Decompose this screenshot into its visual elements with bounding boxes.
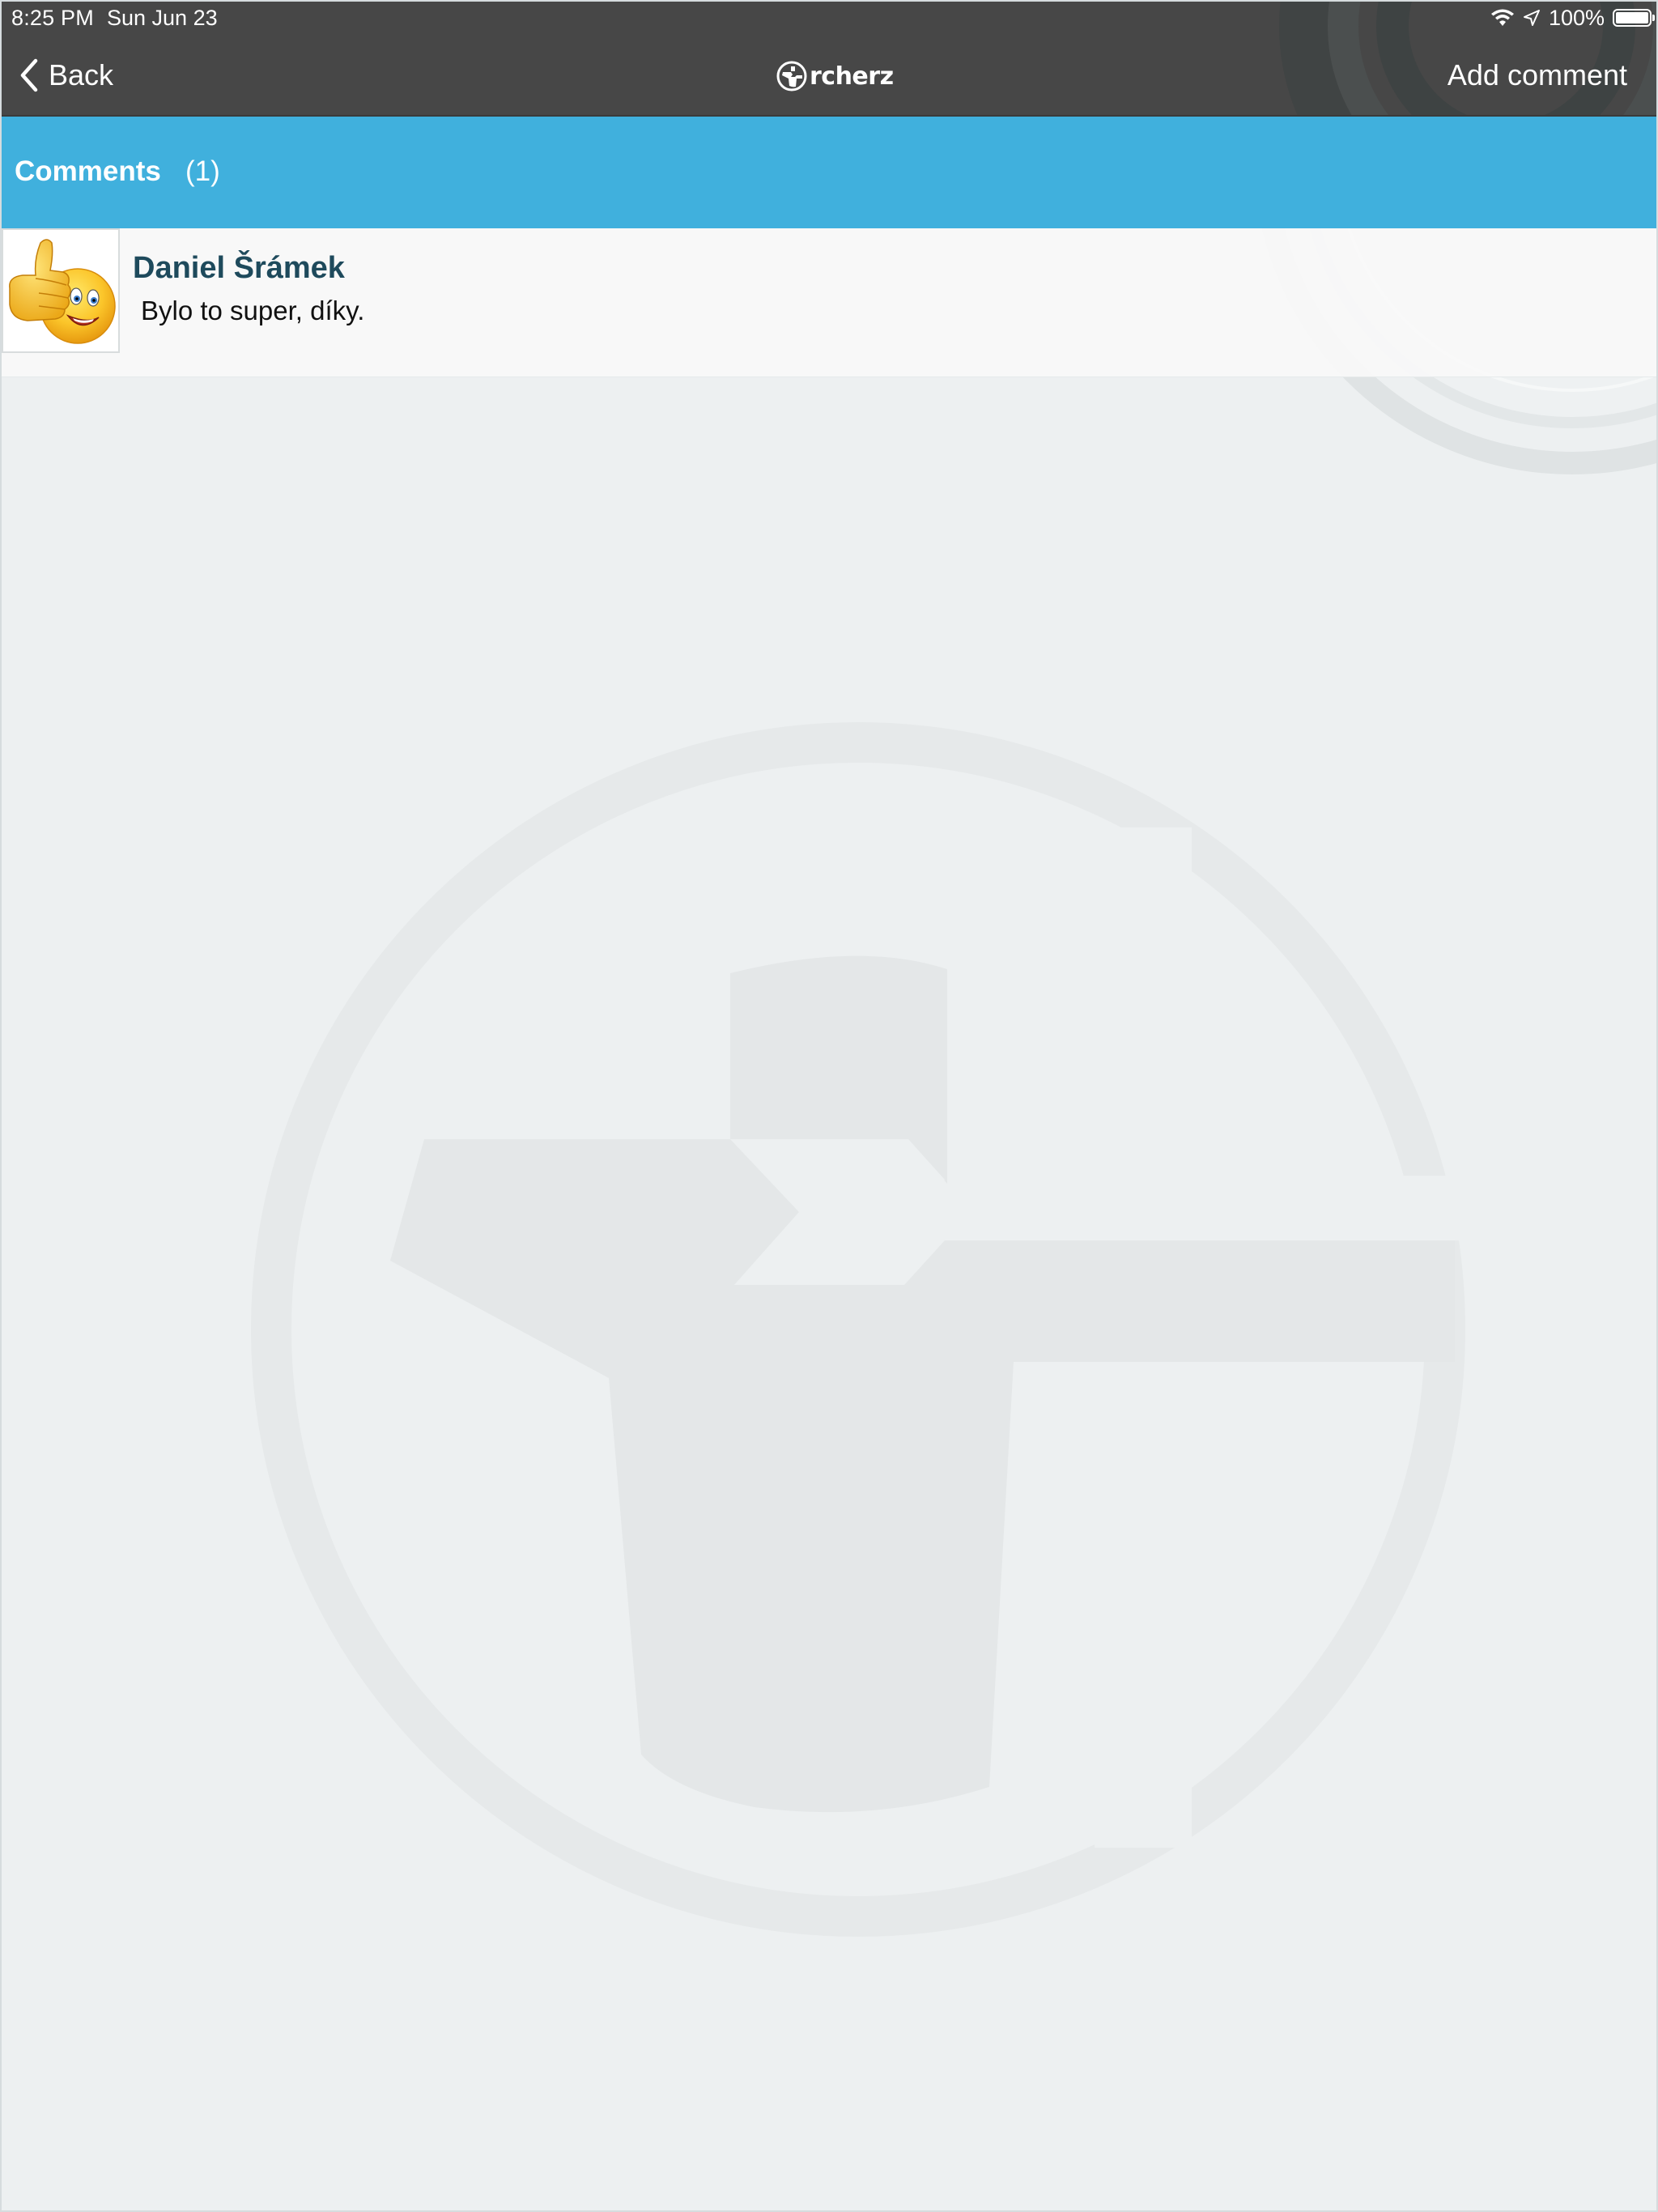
comment-author: Daniel Šrámek: [133, 251, 345, 285]
battery-percentage: 100%: [1548, 5, 1605, 30]
avatar[interactable]: [2, 228, 120, 353]
app-logo: rcherz: [776, 58, 894, 94]
comment-item[interactable]: Daniel Šrámek Bylo to super, díky.: [2, 228, 1656, 377]
status-date: Sun Jun 23: [107, 6, 218, 30]
location-arrow-icon: [1523, 10, 1540, 26]
chevron-left-icon: [20, 58, 38, 92]
battery-level: [1616, 12, 1648, 23]
comment-text: Bylo to super, díky.: [141, 296, 365, 325]
back-label: Back: [49, 58, 114, 91]
comment-count: (1): [185, 155, 220, 187]
comments-screen: 8:25 PM Sun Jun 23 100% Back rcherz Add …: [0, 0, 1658, 2212]
add-comment-button[interactable]: Add comment: [1448, 55, 1627, 96]
back-button[interactable]: Back: [19, 55, 113, 96]
battery-icon: [1613, 9, 1655, 27]
wifi-icon: [1490, 9, 1514, 26]
status-indicators: 100%: [1490, 3, 1655, 32]
navigation-bar: 8:25 PM Sun Jun 23 100% Back rcherz Add …: [2, 2, 1656, 117]
section-title: Comments: [15, 155, 161, 187]
logo-text: rcherz: [810, 62, 894, 91]
status-time: 8:25 PM: [11, 6, 94, 30]
thumbs-up-smiley-icon: [9, 239, 116, 344]
archer-logo-icon: [776, 61, 807, 91]
comments-header: Comments (1): [2, 117, 1656, 228]
